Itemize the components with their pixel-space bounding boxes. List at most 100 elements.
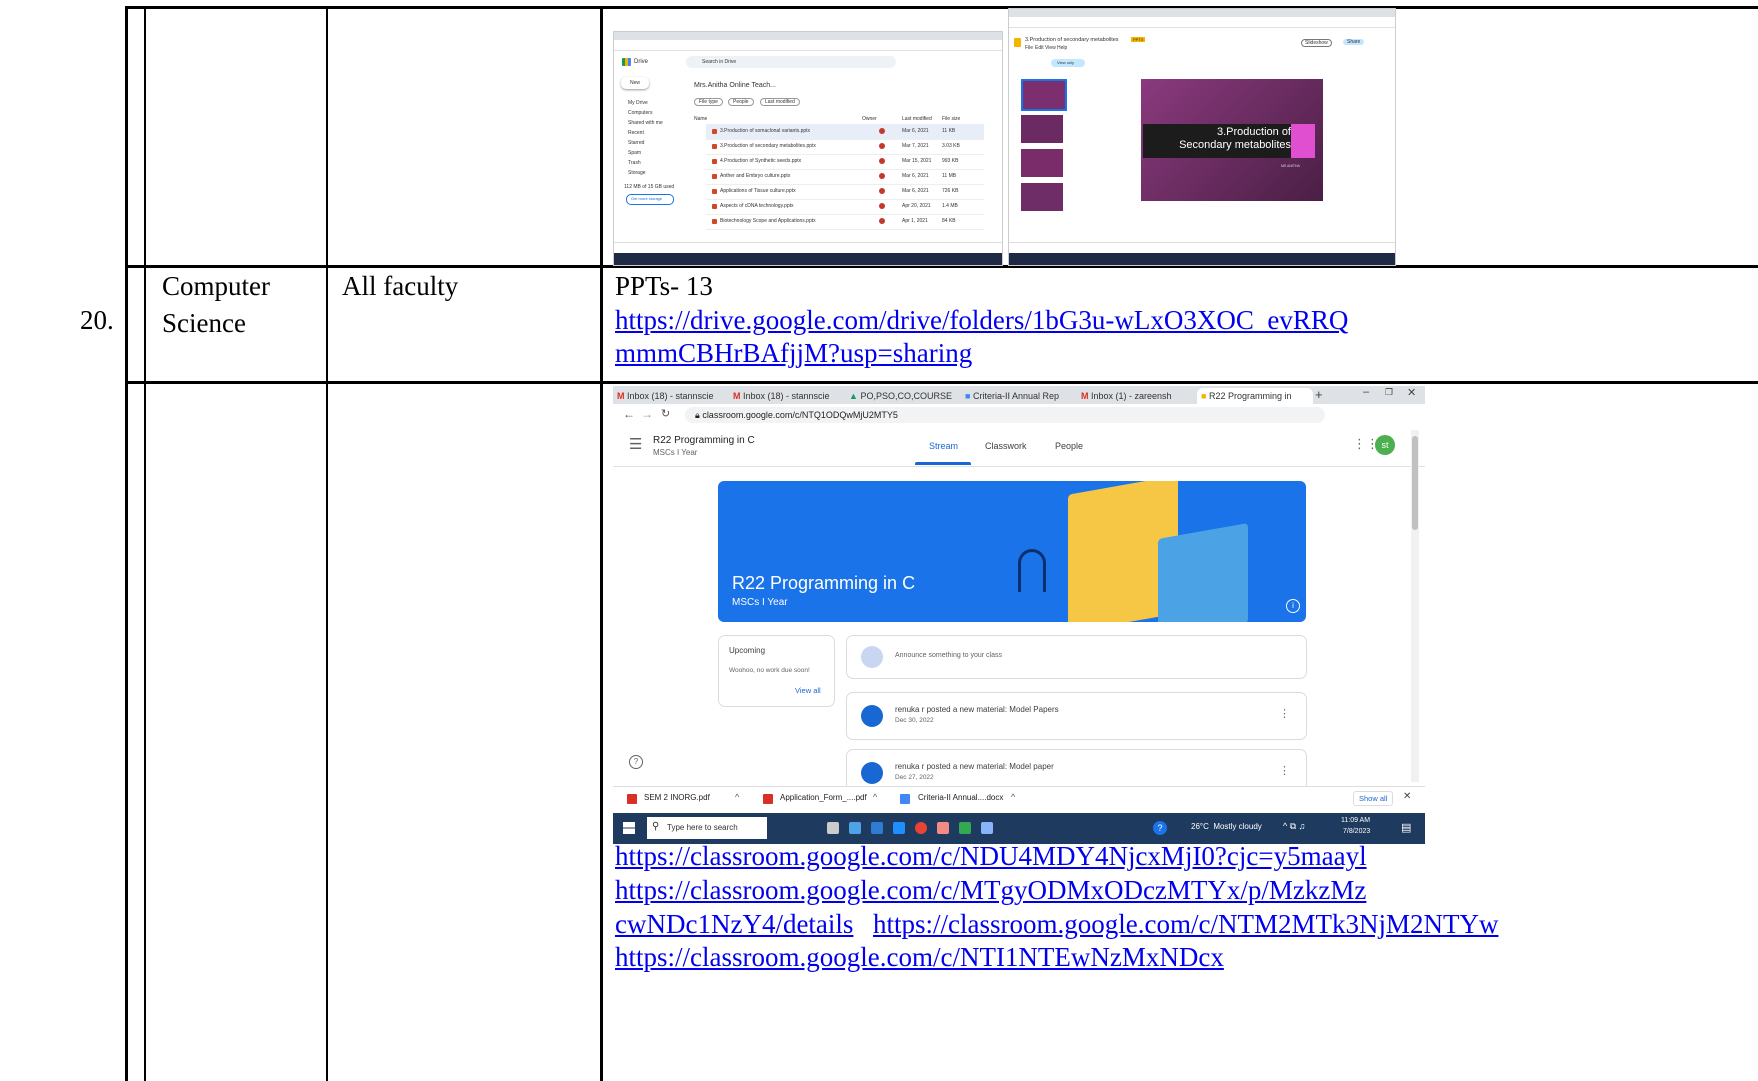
slide-thumbnail[interactable] (1021, 115, 1063, 143)
get-storage-button[interactable]: Get more storage (626, 194, 674, 205)
file-name: 3.Production of secondary metabolites.pp… (720, 143, 816, 149)
scrollbar-thumb[interactable] (1412, 436, 1418, 530)
drive-search-placeholder: Search in Drive (702, 59, 737, 65)
file-row[interactable]: Biotechnology Scope and Applications.ppt… (706, 214, 984, 230)
material-icon (861, 762, 883, 784)
sidebar-item-computers[interactable]: Computers (628, 110, 652, 116)
file-row[interactable]: 3.Production of secondary metabolites.pp… (706, 139, 984, 155)
file-row[interactable]: 4.Production of Synthetic seeds.pptx Mar … (706, 154, 984, 170)
filter-chip[interactable]: Last modified (760, 98, 800, 106)
clock-date: 7/8/2023 (1343, 828, 1371, 835)
classroom-link[interactable]: https://classroom.google.com/c/NTI1NTEwN… (615, 939, 1224, 976)
scrollbar[interactable] (1411, 430, 1419, 782)
app-icon[interactable] (937, 822, 949, 834)
sidebar-item-shared[interactable]: Shared with me (628, 120, 663, 126)
sidebar-item-my-drive[interactable]: My Drive (628, 100, 648, 106)
drive-search-box[interactable]: Search in Drive (686, 56, 896, 68)
chevron-up-icon[interactable]: ^ (873, 792, 877, 802)
view-all-link[interactable]: View all (795, 686, 821, 695)
chevron-up-icon[interactable]: ^ (735, 792, 739, 802)
menu-file[interactable]: File (1025, 45, 1033, 51)
tray-icons[interactable]: ^ ⧉ ♫ (1283, 821, 1305, 832)
reload-icon[interactable]: ↻ (661, 407, 670, 420)
announce-box[interactable]: Announce something to your class (846, 635, 1307, 679)
tab-stream[interactable]: Stream (929, 441, 958, 451)
pptx-icon (712, 174, 717, 179)
windows-start-icon[interactable] (623, 822, 635, 834)
more-options-icon[interactable]: ⋮ (1279, 764, 1290, 777)
app-icon[interactable] (849, 822, 861, 834)
app-icon[interactable] (871, 822, 883, 834)
hamburger-menu-icon[interactable]: ☰ (629, 435, 642, 453)
view-only-chip[interactable]: View only (1051, 59, 1085, 67)
download-item[interactable]: SEM 2 INORG.pdf (644, 793, 710, 802)
taskbar-search[interactable]: ⚲ Type here to search (647, 817, 767, 839)
classroom-link[interactable]: https://classroom.google.com/c/MTgyODMxO… (615, 872, 1366, 909)
stream-post[interactable]: renuka r posted a new material: Model Pa… (846, 692, 1307, 740)
filter-chip[interactable]: People (728, 98, 754, 106)
browser-tab[interactable]: ▲ PO,PSO,CO,COURSE (849, 388, 961, 404)
slide-thumbnail[interactable] (1021, 183, 1063, 211)
file-row[interactable]: Applications of Tissue culture.pptx Mar 6… (706, 184, 984, 200)
chevron-up-icon[interactable]: ^ (1011, 792, 1015, 802)
show-all-button[interactable]: Show all (1353, 791, 1394, 806)
slideshow-button[interactable]: Slideshow (1301, 39, 1332, 47)
sidebar-item-recent[interactable]: Recent (628, 130, 644, 136)
browser-tab[interactable]: M Inbox (18) - stannscie (617, 388, 729, 404)
post-text: renuka r posted a new material: Model pa… (895, 762, 1054, 771)
sidebar-item-starred[interactable]: Starred (628, 140, 644, 146)
restore-icon[interactable]: ❐ (1385, 387, 1393, 398)
avatar[interactable]: st (1375, 435, 1395, 455)
tab-classwork[interactable]: Classwork (985, 441, 1027, 451)
download-item[interactable]: Criteria-II Annual....docx (918, 793, 1003, 802)
browser-tab[interactable]: M Inbox (18) - stannscie (733, 388, 845, 404)
menu-edit[interactable]: Edit (1035, 45, 1044, 51)
classroom-link-cont[interactable]: cwNDc1NzY4/details (615, 906, 853, 943)
chrome-icon[interactable] (915, 822, 927, 834)
sidebar-item-storage[interactable]: Storage (628, 170, 646, 176)
file-row[interactable]: Aspects of cDNA technology.pptx Apr 20, 2… (706, 199, 984, 215)
classroom-link[interactable]: https://classroom.google.com/c/NTM2MTk3N… (873, 906, 1498, 943)
column-header-modified: Last modified (902, 116, 932, 122)
app-icon[interactable] (981, 822, 993, 834)
file-size: 84 KB (942, 218, 956, 224)
close-icon[interactable]: ✕ (1403, 791, 1411, 802)
sidebar-item-trash[interactable]: Trash (628, 160, 641, 166)
back-icon[interactable]: ← (623, 407, 635, 421)
app-icon[interactable] (959, 822, 971, 834)
notification-icon[interactable]: ▤ (1401, 821, 1411, 834)
browser-tab[interactable]: M Inbox (1) - zareensh (1081, 388, 1193, 404)
sidebar-item-spam[interactable]: Spam (628, 150, 641, 156)
drive-folder-link-cont[interactable]: mmmCBHrBAfjjM?usp=sharing (615, 335, 972, 372)
department-cell: Computer Science (162, 271, 270, 338)
gmail-icon: M (617, 391, 625, 401)
new-button[interactable]: New (621, 77, 649, 89)
more-options-icon[interactable]: ⋮ (1279, 707, 1290, 720)
help-icon[interactable]: ? (1153, 821, 1167, 835)
slide-thumbnail[interactable] (1021, 149, 1063, 177)
url-field[interactable]: 🔒︎ classroom.google.com/c/NTQ1ODQwMjU2MT… (685, 407, 1325, 423)
filter-chip[interactable]: File type (694, 98, 723, 106)
browser-tab-active[interactable]: ■ R22 Programming in (1197, 388, 1313, 404)
drive-folder-link[interactable]: https://drive.google.com/drive/folders/1… (615, 302, 1348, 339)
menu-help[interactable]: Help (1057, 45, 1067, 51)
upcoming-title: Upcoming (729, 646, 766, 655)
help-icon[interactable]: ? (629, 755, 643, 769)
app-icon[interactable] (893, 822, 905, 834)
file-row[interactable]: Anther and Embryo culture.pptx Mar 6, 202… (706, 169, 984, 185)
download-item[interactable]: Application_Form_....pdf (780, 793, 867, 802)
minimize-icon[interactable]: – (1363, 386, 1369, 398)
share-button[interactable]: Share (1343, 39, 1365, 45)
new-tab-icon[interactable]: + (1315, 387, 1323, 402)
menu-view[interactable]: View (1045, 45, 1056, 51)
file-row[interactable]: 3.Production of somaclonal variants.pptx… (706, 124, 984, 140)
stream-post[interactable]: renuka r posted a new material: Model pa… (846, 749, 1307, 791)
file-modified: Mar 6, 2021 (902, 173, 929, 179)
close-icon[interactable]: ✕ (1407, 386, 1416, 399)
browser-tab[interactable]: ■ Criteria-II Annual Rep (965, 388, 1077, 404)
forward-icon[interactable]: → (641, 407, 653, 421)
info-icon[interactable]: i (1286, 599, 1300, 613)
slide-thumbnail[interactable] (1021, 79, 1067, 111)
taskview-icon[interactable] (827, 822, 839, 834)
tab-people[interactable]: People (1055, 441, 1083, 451)
